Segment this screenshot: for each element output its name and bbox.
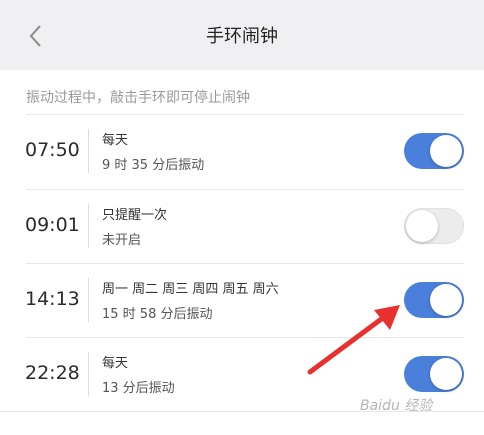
red-arrow-icon	[307, 305, 400, 375]
alarm-row[interactable]: 07:50 每天 9 时 35 分后振动	[0, 115, 484, 189]
toggle-knob	[406, 210, 438, 242]
alarm-repeat: 每天	[102, 356, 129, 371]
alarm-row[interactable]: 14:13 周一 周二 周三 周四 周五 周六 15 时 58 分后振动	[0, 264, 484, 338]
alarm-toggle[interactable]	[404, 208, 464, 244]
hint-text: 振动过程中，敲击手环即可停止闹钟	[26, 90, 250, 106]
alarm-time: 14:13	[25, 288, 80, 310]
divider	[88, 204, 89, 248]
page-title: 手环闹钟	[206, 26, 278, 47]
nav-bar: 手环闹钟	[0, 0, 484, 70]
toggle-knob	[430, 284, 462, 316]
divider	[88, 352, 89, 396]
alarm-status: 未开启	[102, 233, 142, 248]
divider	[88, 129, 89, 173]
toggle-knob	[430, 135, 462, 167]
alarm-toggle[interactable]	[404, 133, 464, 169]
watermark: Baidu 经验	[360, 398, 433, 414]
alarm-toggle[interactable]	[404, 356, 464, 392]
alarm-status: 9 时 35 分后振动	[102, 158, 205, 173]
alarm-time: 09:01	[25, 214, 80, 236]
alarm-time: 07:50	[25, 139, 80, 161]
alarm-repeat: 周一 周二 周三 周四 周五 周六	[102, 282, 279, 297]
alarm-repeat: 只提醒一次	[102, 208, 168, 223]
divider	[88, 278, 89, 322]
alarm-status: 13 分后振动	[102, 381, 175, 396]
alarm-list: 振动过程中，敲击手环即可停止闹钟 07:50 每天 9 时 35 分后振动 09…	[0, 70, 484, 435]
alarm-repeat: 每天	[102, 133, 129, 148]
alarm-status: 15 时 58 分后振动	[102, 307, 213, 322]
alarm-time: 22:28	[25, 362, 80, 384]
alarm-toggle[interactable]	[404, 282, 464, 318]
toggle-knob	[430, 358, 462, 390]
alarm-row[interactable]: 09:01 只提醒一次 未开启	[0, 190, 484, 264]
